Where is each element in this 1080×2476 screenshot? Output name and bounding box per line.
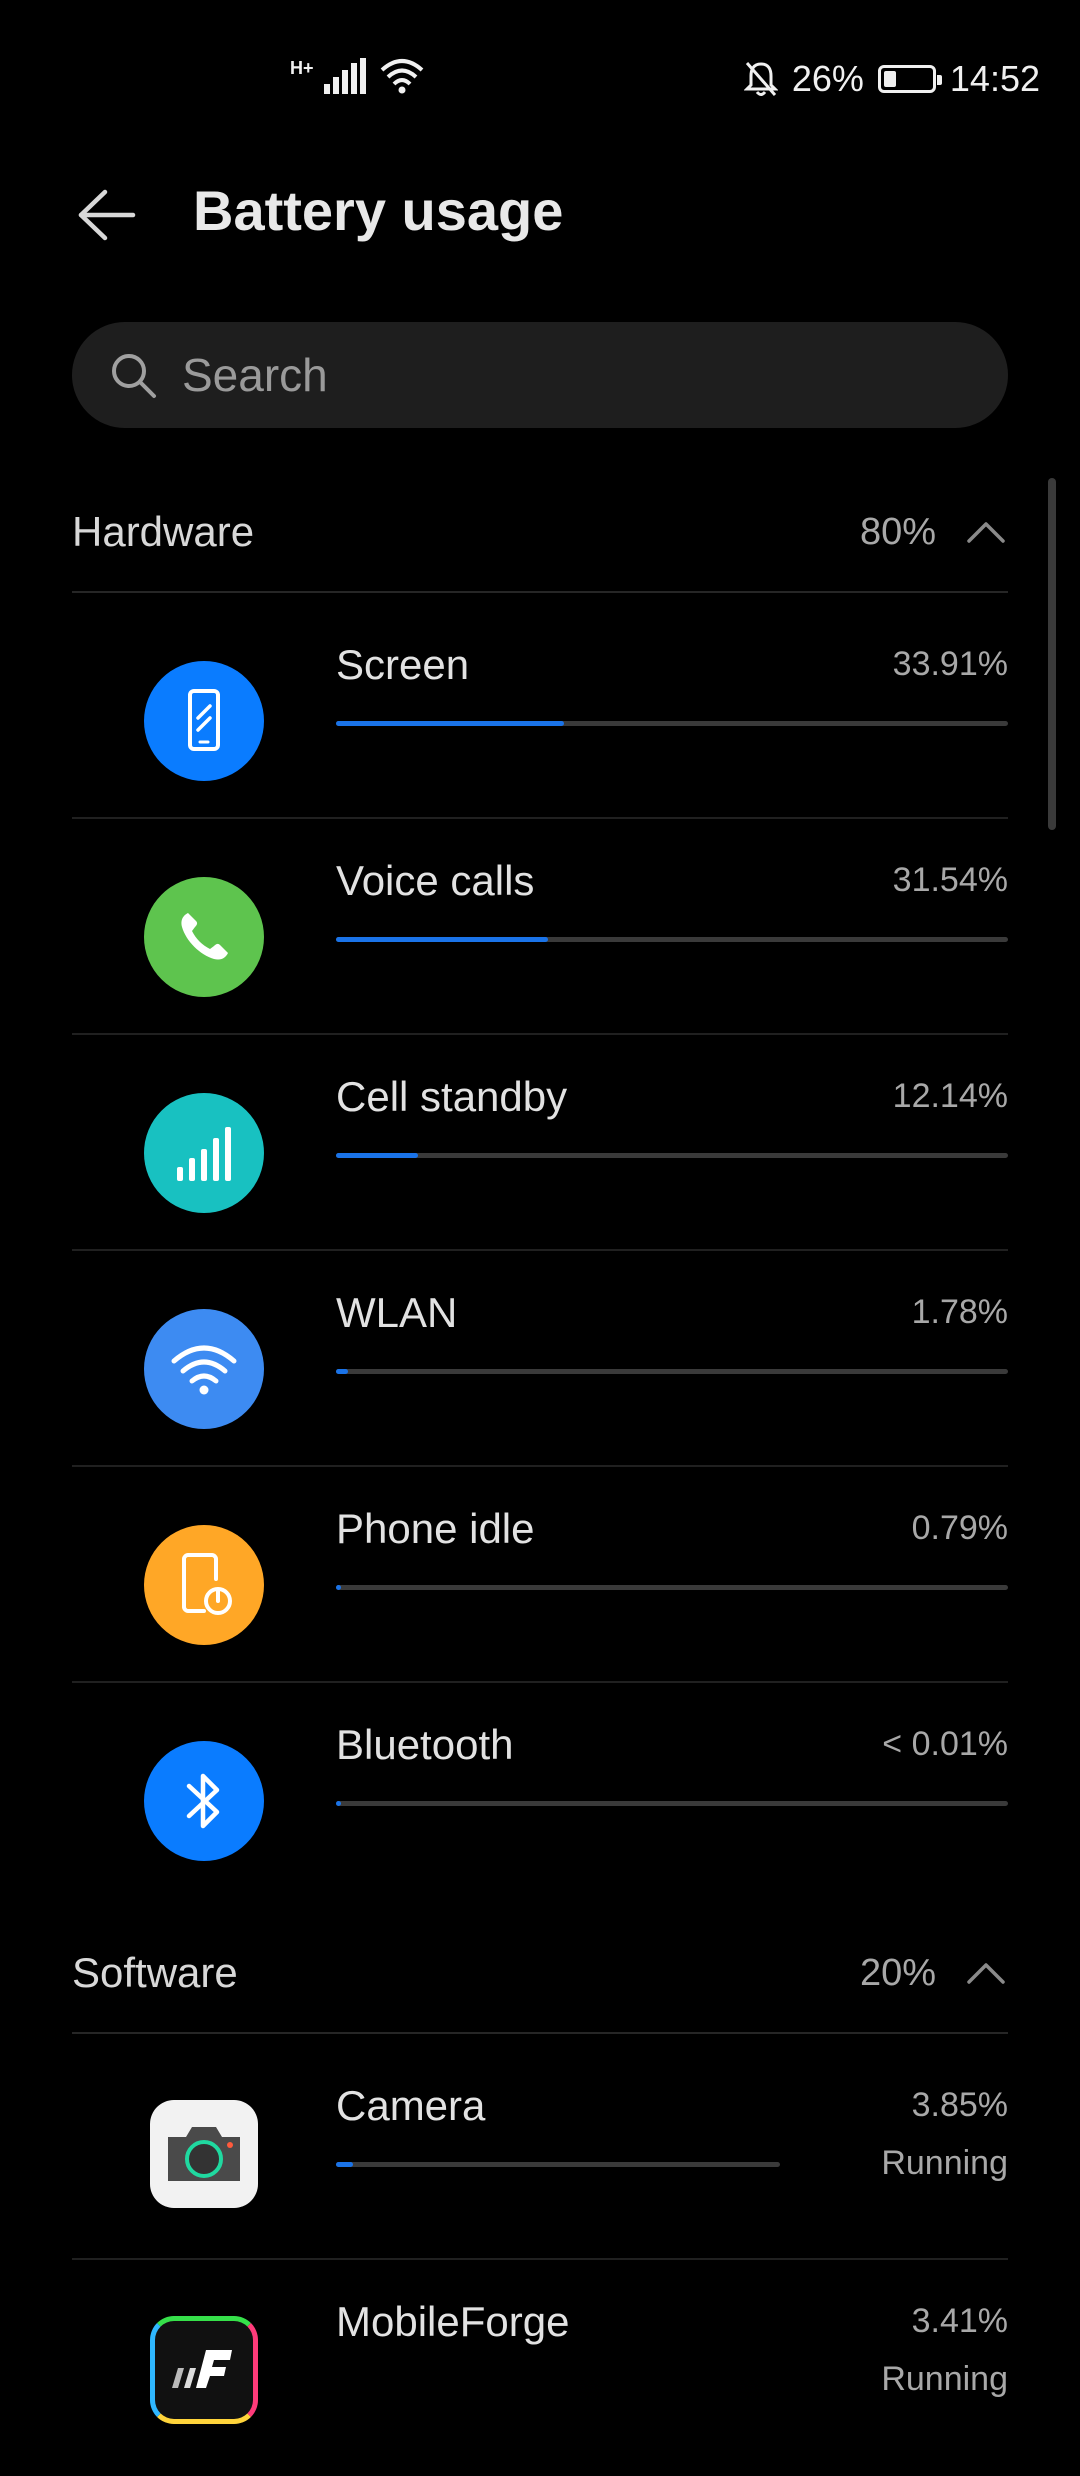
clock: 14:52 [949,58,1040,99]
usage-bar-fill [336,1585,342,1590]
item-status: Running [881,2144,1008,2182]
phone-idle-icon [144,1525,264,1645]
item-percent: 3.85% [911,2086,1008,2124]
bell-muted-icon [743,62,778,96]
chevron-up-icon[interactable] [964,1951,1008,1995]
item-label: Camera [336,2082,486,2129]
battery-icon [877,65,942,93]
usage-row-phone-idle[interactable]: Phone idle 0.79% [72,1467,1008,1683]
item-label: Phone idle [336,1505,535,1552]
arrow-back-icon [78,189,136,241]
phone-screen-icon [144,661,264,781]
battery-level-fill [883,71,896,87]
search-icon [112,354,156,398]
section-title: Hardware [72,508,255,555]
signal-icon [323,58,366,94]
usage-row-voice-calls[interactable]: Voice calls 31.54% [72,819,1008,1035]
section-title: Software [72,1949,238,1996]
battery-percent: 26% [791,58,864,99]
section-header-software[interactable]: Software 20% [72,1914,1008,2034]
usage-row-mobileforge[interactable]: MobileForge 3.41% Running [72,2260,1008,2476]
scrollbar[interactable] [1048,478,1056,830]
usage-row-camera[interactable]: Camera 3.85% Running [72,2044,1008,2260]
usage-bar [336,937,1008,942]
item-label: Voice calls [336,857,535,904]
item-status: Running [881,2360,1008,2398]
section-percent: 80% [859,510,936,553]
usage-bar-fill [336,1369,348,1374]
usage-bar-fill [336,1801,342,1806]
item-percent: 3.41% [911,2302,1008,2340]
usage-row-wlan[interactable]: WLAN 1.78% [72,1251,1008,1467]
page-title: Battery usage [193,179,564,242]
phone-call-icon [144,877,264,997]
usage-bar [336,721,1008,726]
status-bar: H+ 26% 14:52 [0,0,1080,160]
bluetooth-icon [144,1741,264,1861]
search-input[interactable] [180,347,944,403]
section-percent: 20% [859,1951,936,1994]
usage-row-bluetooth[interactable]: Bluetooth < 0.01% [72,1683,1008,1899]
usage-row-cell-standby[interactable]: Cell standby 12.14% [72,1035,1008,1251]
wifi-icon [144,1309,264,1429]
item-percent: 33.91% [892,645,1008,683]
item-label: MobileForge [336,2298,570,2345]
item-percent: 31.54% [892,861,1008,899]
app-bar: Battery usage [0,160,1080,300]
item-percent: < 0.01% [882,1725,1008,1763]
item-percent: 12.14% [892,1077,1008,1115]
network-type: H+ [290,57,314,78]
search-bar[interactable] [72,322,1008,428]
wifi-status-icon [380,59,423,94]
usage-bar [336,1585,1008,1590]
status-left: H+ [290,58,426,94]
cell-signal-icon [144,1093,264,1213]
chevron-up-icon[interactable] [964,510,1008,554]
item-label: Bluetooth [336,1721,514,1768]
item-label: Screen [336,641,470,688]
back-button[interactable] [72,180,142,250]
camera-app-icon [150,2100,258,2208]
item-label: Cell standby [336,1073,568,1120]
mobileforge-app-icon [150,2316,258,2424]
usage-bar [336,2162,780,2167]
usage-bar-fill [336,2162,354,2167]
usage-bar [336,1153,1008,1158]
usage-bar [336,1369,1008,1374]
section-header-hardware[interactable]: Hardware 80% [72,473,1008,593]
usage-bar-fill [336,721,564,726]
item-percent: 1.78% [911,1293,1008,1331]
usage-bar [336,1801,1008,1806]
usage-bar-fill [336,1153,418,1158]
item-percent: 0.79% [911,1509,1008,1547]
status-right: 26% 14:52 [743,58,1040,100]
usage-bar-fill [336,937,548,942]
item-label: WLAN [336,1289,458,1336]
usage-row-screen[interactable]: Screen 33.91% [72,603,1008,819]
